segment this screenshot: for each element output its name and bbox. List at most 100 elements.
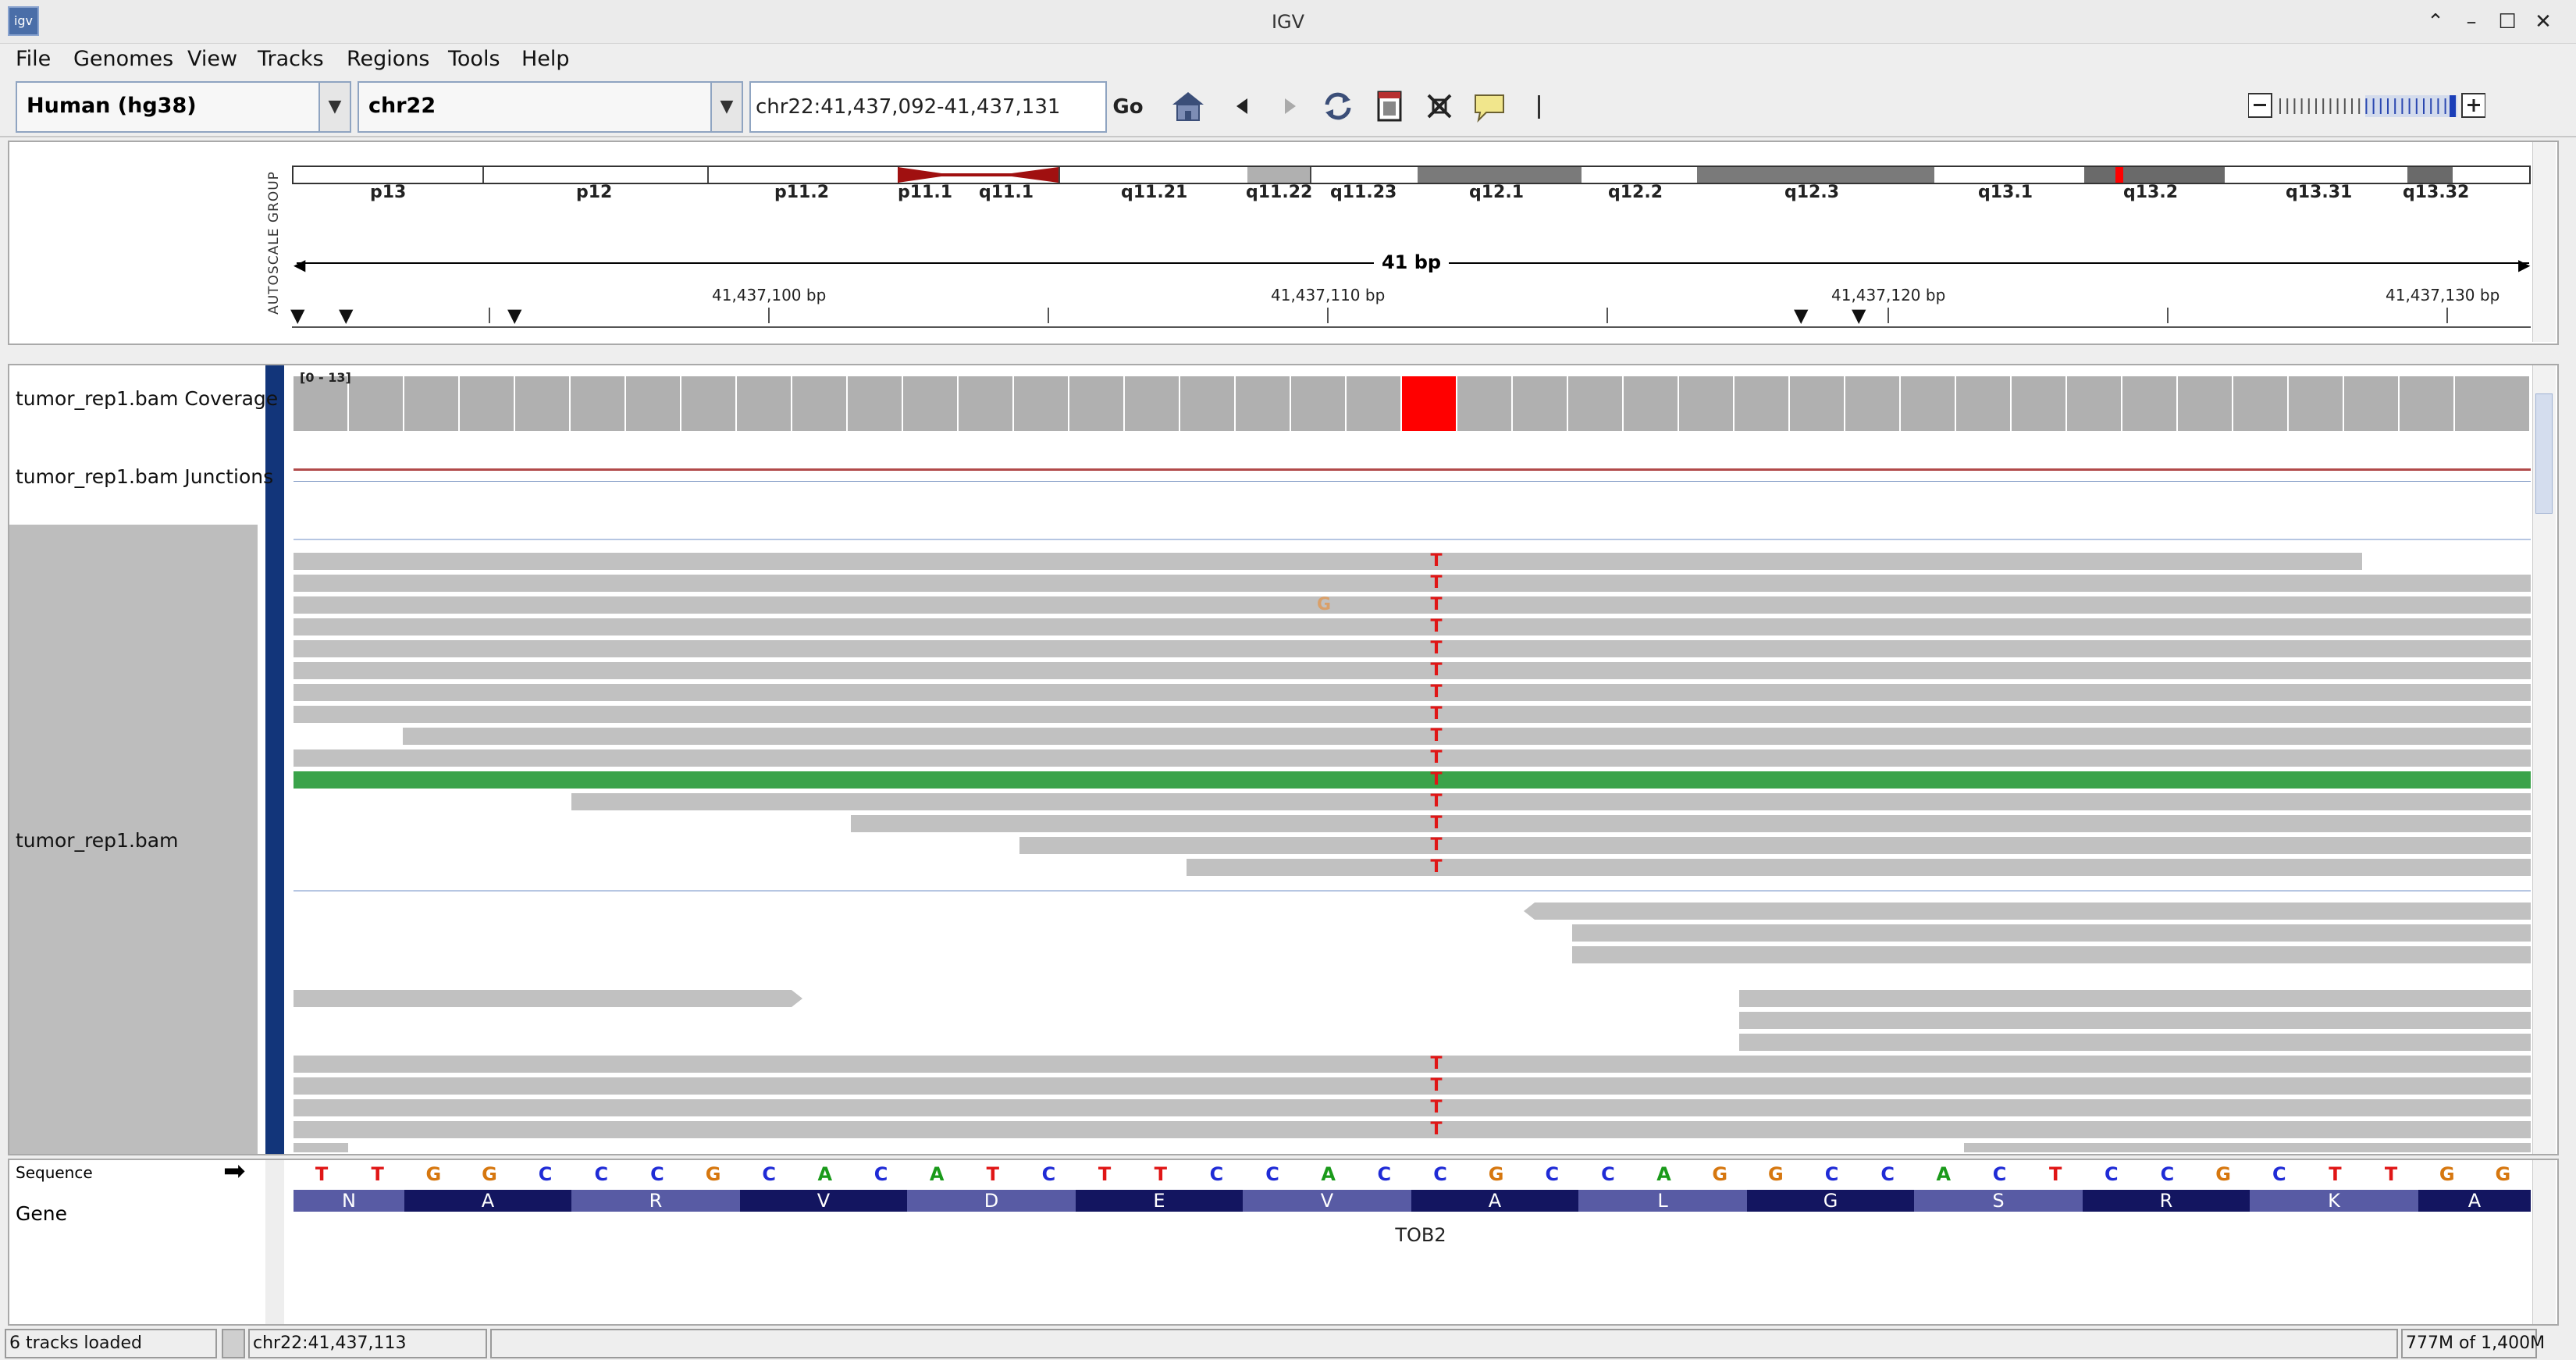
chromosome-select[interactable]: chr22 xyxy=(358,81,713,133)
junction-track-line[interactable] xyxy=(294,468,2531,471)
coverage-bar[interactable] xyxy=(1125,376,1180,431)
maximize-button[interactable]: ☐ xyxy=(2492,6,2523,37)
roi-marker-icon[interactable]: ▼ xyxy=(507,306,521,325)
alignment-read[interactable] xyxy=(294,684,2531,701)
alignment-read[interactable] xyxy=(1572,946,2531,963)
zoom-tick[interactable] xyxy=(2351,98,2353,114)
zoom-tick[interactable] xyxy=(2315,98,2317,114)
coverage-bar[interactable] xyxy=(1457,376,1513,431)
menu-view[interactable]: View xyxy=(187,44,237,75)
alignment-track-name[interactable]: tumor_rep1.bam xyxy=(16,829,178,852)
alignment-read[interactable] xyxy=(1572,924,2531,942)
home-icon[interactable] xyxy=(1169,87,1207,125)
coverage-bar[interactable] xyxy=(349,376,404,431)
locus-input[interactable]: chr22:41,437,092-41,437,131 xyxy=(749,81,1107,133)
alignment-read[interactable] xyxy=(294,618,2531,635)
coverage-bar[interactable] xyxy=(1236,376,1291,431)
coverage-bar[interactable] xyxy=(2400,376,2455,431)
roi-marker-icon[interactable]: ▼ xyxy=(1852,306,1866,325)
coverage-bar[interactable] xyxy=(1735,376,1790,431)
alignment-read[interactable] xyxy=(294,990,802,1007)
coverage-bar[interactable] xyxy=(2289,376,2344,431)
alignment-read[interactable] xyxy=(1964,1143,2531,1152)
zoom-thumb[interactable] xyxy=(2450,95,2456,117)
coverage-bar[interactable] xyxy=(1513,376,1568,431)
coverage-bar[interactable] xyxy=(848,376,903,431)
chromosome-dropdown-icon[interactable]: ▼ xyxy=(710,81,743,133)
chromosome-ideogram[interactable] xyxy=(292,166,2531,184)
coverage-bar[interactable] xyxy=(737,376,792,431)
coverage-bar[interactable] xyxy=(1679,376,1735,431)
gene-name-label[interactable]: TOB2 xyxy=(1389,1224,1452,1246)
coverage-bar[interactable] xyxy=(404,376,460,431)
feature-panel-scrollbar[interactable] xyxy=(2532,1160,2556,1324)
alignment-read[interactable] xyxy=(294,1099,2531,1116)
forward-icon[interactable] xyxy=(1271,87,1308,125)
alignment-read[interactable] xyxy=(1739,1012,2531,1029)
coverage-bar[interactable] xyxy=(1790,376,1845,431)
alignment-read[interactable] xyxy=(1019,837,2531,854)
header-scrollbar[interactable] xyxy=(2532,142,2556,342)
coverage-bar[interactable] xyxy=(2178,376,2233,431)
region-of-interest-icon[interactable] xyxy=(1371,87,1408,125)
zoom-tick[interactable] xyxy=(2279,98,2281,114)
alignment-read[interactable] xyxy=(294,706,2531,723)
coverage-bar[interactable] xyxy=(2455,376,2531,431)
alignment-read[interactable] xyxy=(1524,903,2531,920)
zoom-tick[interactable] xyxy=(2408,98,2411,114)
alignment-read[interactable] xyxy=(571,793,2531,810)
coverage-bar[interactable] xyxy=(626,376,681,431)
coverage-bar-mismatch[interactable] xyxy=(1402,376,1457,431)
alignment-read[interactable] xyxy=(294,1077,2531,1095)
coverage-bar[interactable] xyxy=(1291,376,1347,431)
alignment-read[interactable] xyxy=(294,640,2531,657)
strand-arrow-icon[interactable]: ➡ xyxy=(223,1155,246,1187)
zoom-slider[interactable] xyxy=(2247,92,2486,120)
alignment-read[interactable] xyxy=(294,1121,2531,1138)
zoom-tick[interactable] xyxy=(2394,98,2396,114)
alignment-read[interactable] xyxy=(1739,1034,2531,1051)
zoom-tick[interactable] xyxy=(2365,98,2368,114)
alignment-read[interactable] xyxy=(294,596,2531,614)
coverage-bar[interactable] xyxy=(2122,376,2178,431)
coverage-bar[interactable] xyxy=(1180,376,1236,431)
zoom-tick[interactable] xyxy=(2444,98,2446,114)
zoom-tick[interactable] xyxy=(2307,98,2310,114)
zoom-tick[interactable] xyxy=(2329,98,2332,114)
genome-dropdown-icon[interactable]: ▼ xyxy=(318,81,351,133)
coverage-bar[interactable] xyxy=(1568,376,1624,431)
gene-track-name[interactable]: Gene xyxy=(16,1202,67,1225)
memory-status[interactable]: 777M of 1,400M xyxy=(2401,1329,2545,1358)
alignment-read[interactable] xyxy=(403,728,2531,745)
menu-tools[interactable]: Tools xyxy=(448,44,500,75)
coverage-bar[interactable] xyxy=(2233,376,2289,431)
close-button[interactable]: ✕ xyxy=(2528,6,2559,37)
go-button[interactable]: Go xyxy=(1110,81,1146,133)
sequence-track-name[interactable]: Sequence xyxy=(16,1163,93,1182)
zoom-tick[interactable] xyxy=(2437,98,2439,114)
back-icon[interactable] xyxy=(1224,87,1261,125)
refresh-icon[interactable] xyxy=(1319,87,1357,125)
zoom-tick[interactable] xyxy=(2430,98,2432,114)
alignment-read[interactable] xyxy=(294,575,2531,592)
roi-marker-icon[interactable]: ▼ xyxy=(339,306,353,325)
coverage-bar[interactable] xyxy=(1901,376,1956,431)
menu-file[interactable]: File xyxy=(16,44,51,75)
roi-marker-icon[interactable]: ▼ xyxy=(290,306,304,325)
alignment-read[interactable] xyxy=(1739,990,2531,1007)
coverage-bar[interactable] xyxy=(460,376,515,431)
menu-regions[interactable]: Regions xyxy=(347,44,430,75)
popup-text-icon[interactable] xyxy=(1471,87,1508,125)
coverage-bar[interactable] xyxy=(1956,376,2012,431)
coverage-bar[interactable] xyxy=(1014,376,1069,431)
zoom-tick[interactable] xyxy=(2336,98,2339,114)
coverage-bar[interactable] xyxy=(1069,376,1125,431)
coverage-bar[interactable] xyxy=(2344,376,2400,431)
zoom-tick[interactable] xyxy=(2322,98,2325,114)
alignment-read[interactable] xyxy=(851,815,2531,832)
junction-track-name[interactable]: tumor_rep1.bam Junctions xyxy=(16,465,273,488)
zoom-tick[interactable] xyxy=(2415,98,2418,114)
zoom-tick[interactable] xyxy=(2372,98,2375,114)
coverage-bar[interactable] xyxy=(2012,376,2067,431)
alignment-read[interactable] xyxy=(294,749,2531,767)
